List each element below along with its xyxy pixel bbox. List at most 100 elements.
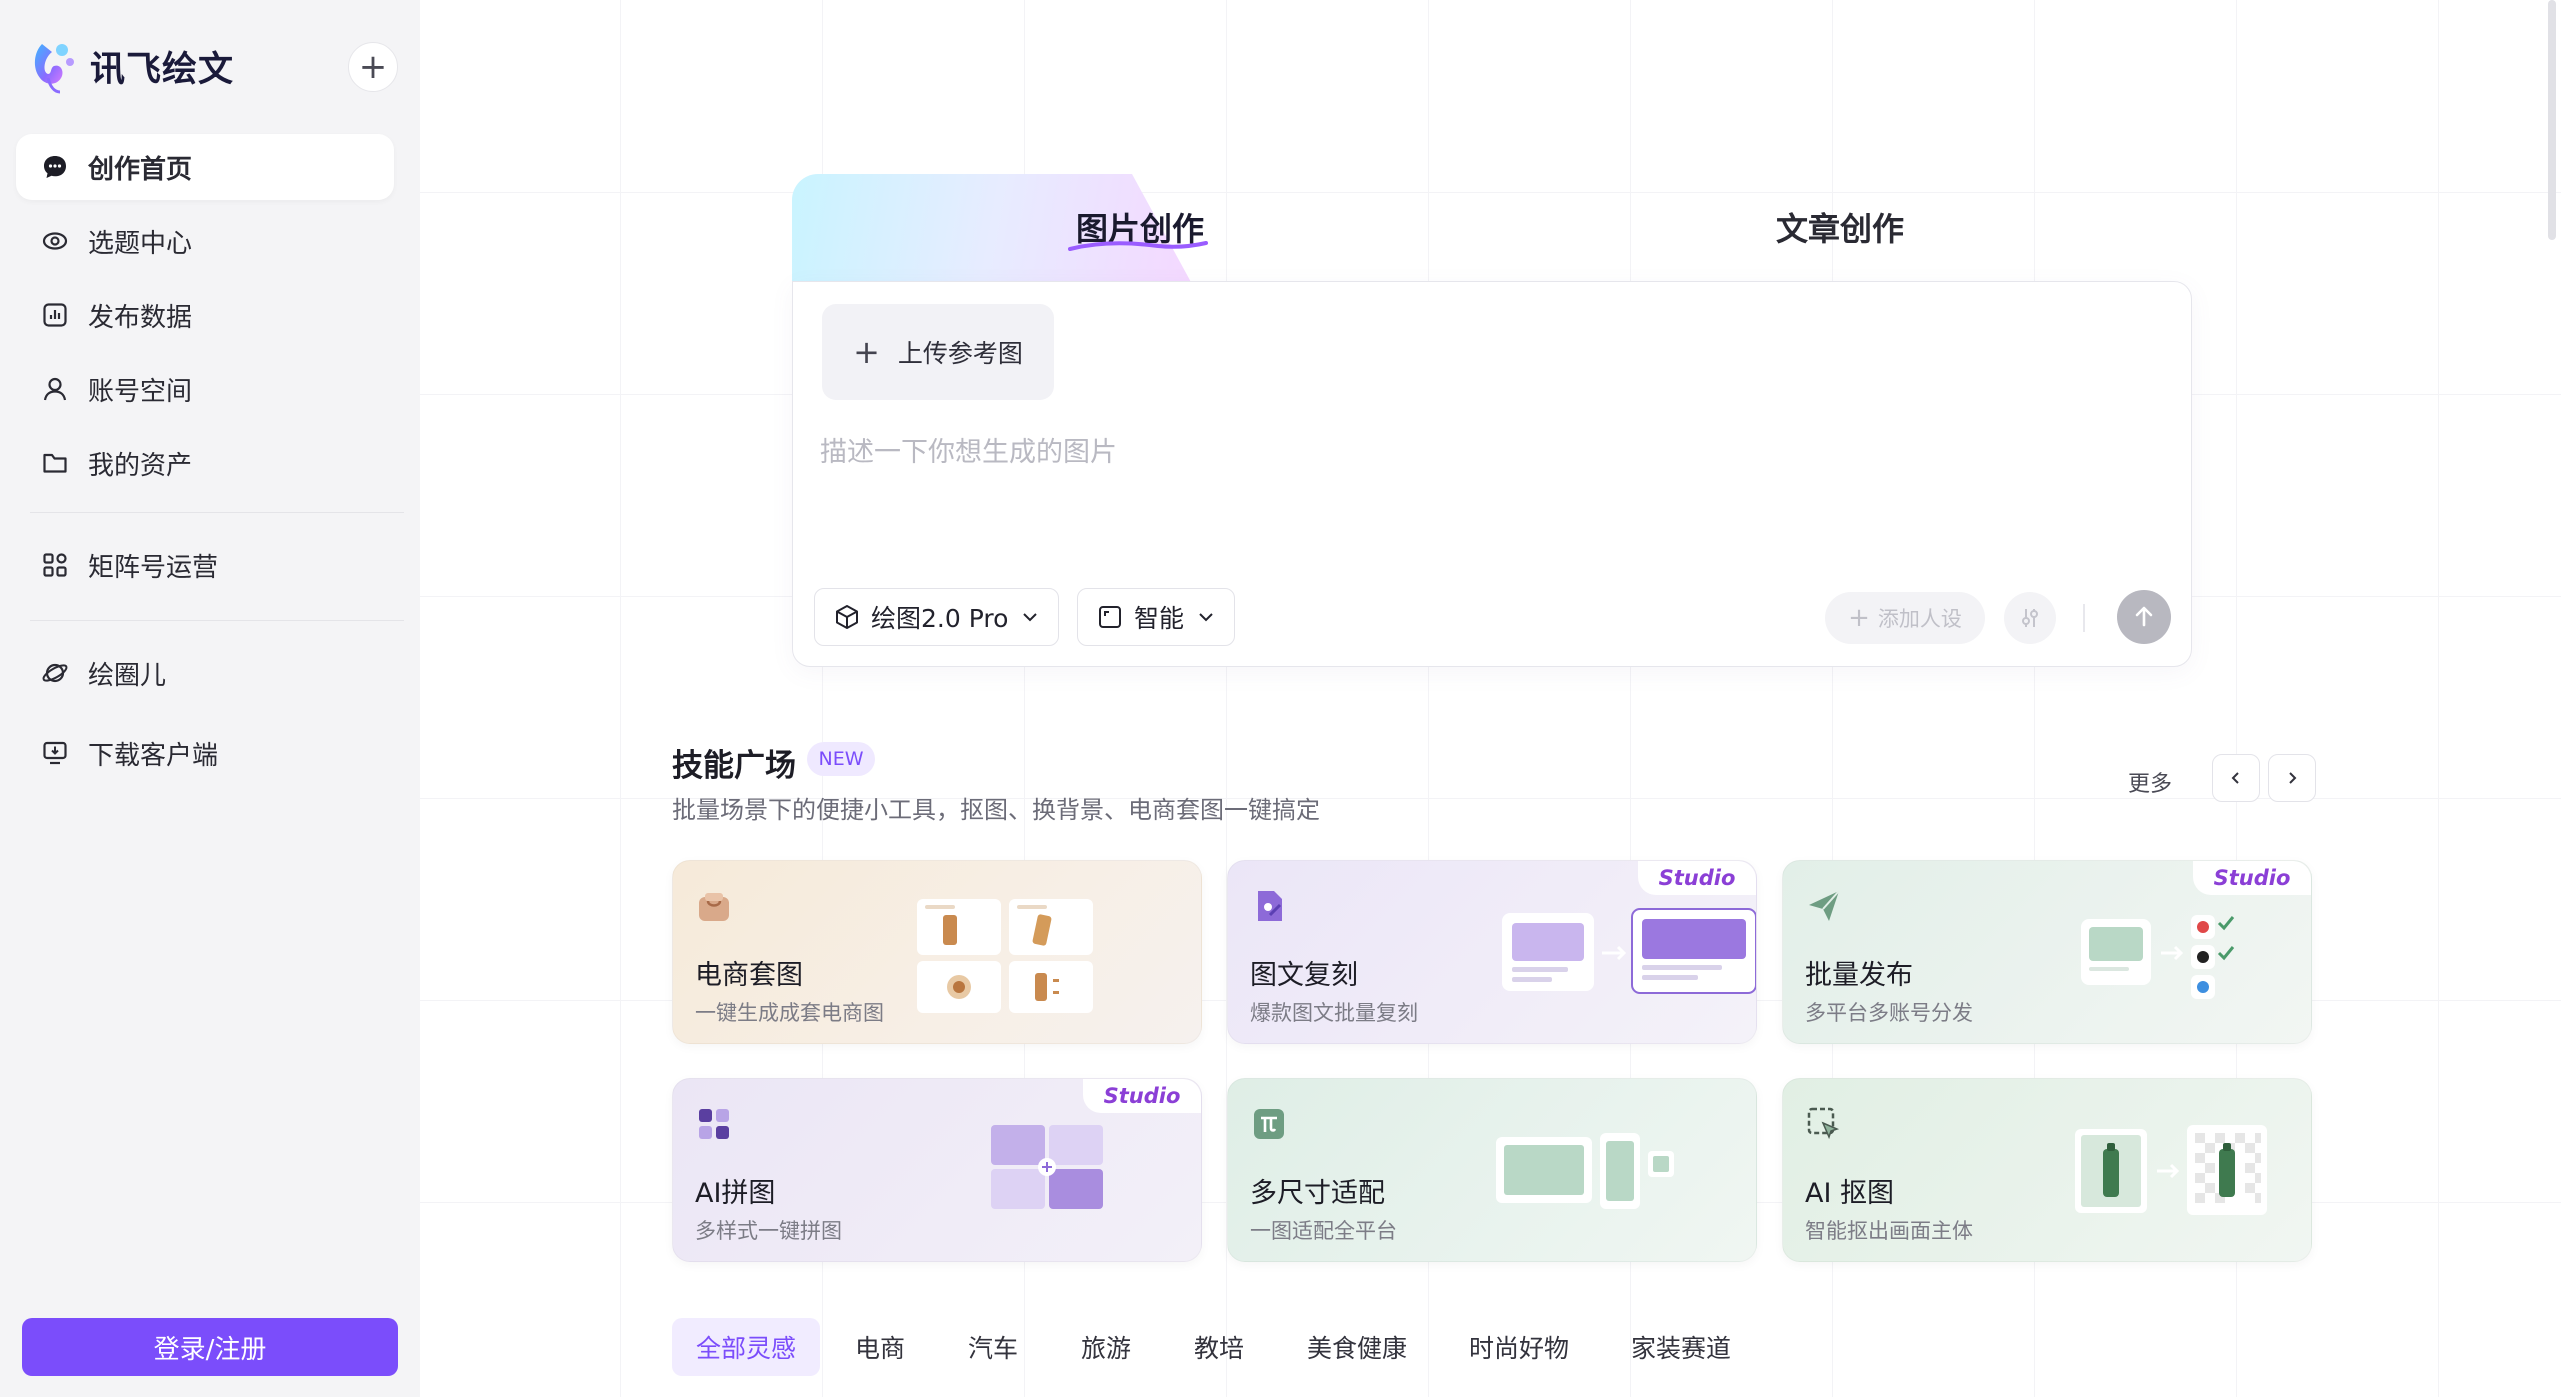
sidebar-divider xyxy=(30,512,404,513)
resize-frame-icon xyxy=(1254,1109,1284,1139)
tune-settings-button[interactable] xyxy=(2004,592,2056,644)
selection-cursor-icon xyxy=(1807,1107,1840,1140)
sidebar-item-download-client[interactable]: 下载客户端 xyxy=(16,720,394,786)
chat-bubble-icon xyxy=(40,152,70,182)
skill-card-title: 批量发布 xyxy=(1805,960,1913,991)
upload-reference-button[interactable]: + 上传参考图 xyxy=(822,304,1054,400)
next-page-button[interactable] xyxy=(2268,754,2316,802)
sidebar: 讯飞绘文 + 创作首页 选题中心 发布数据 账号空间 我的资产 矩阵号运营 绘圈… xyxy=(0,0,420,1397)
cutout-preview-illustration xyxy=(2075,1125,2267,1215)
four-squares-icon xyxy=(699,1109,729,1139)
sidebar-item-label: 发布数据 xyxy=(88,302,193,333)
sidebar-item-publish-data[interactable]: 发布数据 xyxy=(16,282,394,348)
add-persona-label: 添加人设 xyxy=(1877,607,1962,631)
skill-card-subtitle: 一键生成成套电商图 xyxy=(695,1001,884,1025)
skill-card-ai-collage[interactable]: AI拼图 多样式一键拼图 Studio xyxy=(672,1078,1202,1262)
category-chip-ecommerce[interactable]: 电商 xyxy=(840,1318,920,1376)
more-link[interactable]: 更多 xyxy=(2128,766,2172,798)
sidebar-item-account-space[interactable]: 账号空间 xyxy=(16,356,394,422)
skill-card-subtitle: 一图适配全平台 xyxy=(1250,1219,1397,1243)
ecommerce-preview-illustration xyxy=(917,899,1093,1013)
shopping-bag-icon xyxy=(699,893,729,921)
eye-icon xyxy=(40,226,70,256)
category-chip-education[interactable]: 教培 xyxy=(1179,1318,1259,1376)
skill-card-ai-cutout[interactable]: AI 抠图 智能抠出画面主体 xyxy=(1782,1078,2312,1262)
sidebar-item-label: 账号空间 xyxy=(88,376,193,407)
chevron-right-icon xyxy=(2289,772,2297,784)
grid-icon xyxy=(40,550,70,580)
skill-card-ecommerce-set[interactable]: 电商套图 一键生成成套电商图 xyxy=(672,860,1202,1044)
ratio-select[interactable]: 智能 xyxy=(1077,588,1236,646)
skill-card-subtitle: 多样式一键拼图 xyxy=(695,1219,842,1243)
folder-icon xyxy=(40,448,70,478)
brand[interactable]: 讯飞绘文 xyxy=(30,38,234,94)
chevron-down-icon xyxy=(1023,613,1038,622)
plus-icon: + xyxy=(1848,603,1870,633)
category-chip-travel[interactable]: 旅游 xyxy=(1066,1318,1146,1376)
plus-icon: + xyxy=(853,333,880,371)
sidebar-item-label: 下载客户端 xyxy=(88,740,219,771)
sidebar-item-label: 选题中心 xyxy=(88,228,193,259)
sidebar-item-home[interactable]: 创作首页 xyxy=(16,134,394,200)
download-monitor-icon xyxy=(40,738,70,768)
category-chip-auto[interactable]: 汽车 xyxy=(953,1318,1033,1376)
tab-active-underline xyxy=(1068,241,1208,251)
toolbar-divider xyxy=(2083,604,2085,632)
paper-plane-icon xyxy=(1809,890,1840,921)
cube-icon xyxy=(836,605,858,629)
category-chip-all[interactable]: 全部灵感 xyxy=(672,1318,820,1376)
sliders-icon xyxy=(2022,609,2038,627)
skills-section-title: 技能广场 xyxy=(672,748,796,784)
send-button[interactable] xyxy=(2117,590,2171,644)
category-chip-food-health[interactable]: 美食健康 xyxy=(1292,1318,1422,1376)
skill-card-batch-publish[interactable]: 批量发布 多平台多账号分发 Studio xyxy=(1782,860,2312,1044)
tab-article-creation[interactable]: 文章创作 xyxy=(1740,204,1940,250)
login-register-button[interactable]: 登录/注册 xyxy=(22,1318,398,1376)
sidebar-item-circle[interactable]: 绘圈儿 xyxy=(16,640,394,706)
sidebar-item-label: 我的资产 xyxy=(88,450,193,481)
skill-card-multi-size[interactable]: 多尺寸适配 一图适配全平台 xyxy=(1227,1078,1757,1262)
brand-logo-icon xyxy=(34,44,74,94)
user-icon xyxy=(40,374,70,404)
add-persona-button[interactable]: + 添加人设 xyxy=(1825,592,1985,644)
aspect-ratio-icon xyxy=(1099,606,1121,628)
brand-name: 讯飞绘文 xyxy=(90,49,235,90)
chevron-down-icon xyxy=(1199,613,1213,622)
sidebar-item-topics[interactable]: 选题中心 xyxy=(16,208,394,274)
sidebar-divider xyxy=(30,620,404,621)
skill-card-title: 多尺寸适配 xyxy=(1250,1178,1385,1209)
document-pen-icon xyxy=(1258,891,1282,921)
skill-card-title: AI 抠图 xyxy=(1805,1178,1895,1209)
prompt-input[interactable] xyxy=(820,430,2160,540)
scrollbar[interactable] xyxy=(2548,0,2556,240)
skill-card-title: AI拼图 xyxy=(695,1178,776,1209)
studio-tag: Studio xyxy=(2193,861,2311,895)
model-select-label: 绘图2.0 Pro xyxy=(871,604,1009,633)
new-badge: NEW xyxy=(807,742,875,776)
model-select[interactable]: 绘图2.0 Pro xyxy=(814,588,1060,646)
skill-card-image-text-replicate[interactable]: 图文复刻 爆款图文批量复刻 Studio xyxy=(1227,860,1757,1044)
skill-card-title: 电商套图 xyxy=(695,960,803,991)
skill-card-subtitle: 多平台多账号分发 xyxy=(1805,1001,1973,1025)
skill-card-subtitle: 爆款图文批量复刻 xyxy=(1250,1001,1418,1025)
multi-size-preview-illustration xyxy=(1496,1133,1674,1209)
sidebar-item-label: 矩阵号运营 xyxy=(88,552,219,583)
skill-card-title: 图文复刻 xyxy=(1250,960,1358,991)
studio-tag: Studio xyxy=(1638,861,1756,895)
sidebar-item-my-assets[interactable]: 我的资产 xyxy=(16,430,394,496)
category-chip-home-decor[interactable]: 家装赛道 xyxy=(1616,1318,1746,1376)
skills-section-subtitle: 批量场景下的便捷小工具，抠图、换背景、电商套图一键搞定 xyxy=(672,796,1320,824)
skill-card-subtitle: 智能抠出画面主体 xyxy=(1805,1219,1973,1243)
planet-icon xyxy=(40,658,70,688)
upload-reference-label: 上传参考图 xyxy=(897,339,1023,368)
sidebar-item-label: 绘圈儿 xyxy=(88,660,167,691)
bar-chart-icon xyxy=(40,300,70,330)
new-creation-button[interactable]: + xyxy=(348,42,398,92)
category-chip-fashion[interactable]: 时尚好物 xyxy=(1454,1318,1584,1376)
studio-tag: Studio xyxy=(1083,1079,1201,1113)
chevron-left-icon xyxy=(2231,772,2239,784)
sidebar-item-matrix-ops[interactable]: 矩阵号运营 xyxy=(16,532,394,598)
sidebar-item-label: 创作首页 xyxy=(88,154,193,185)
ratio-select-label: 智能 xyxy=(1134,604,1185,633)
prev-page-button[interactable] xyxy=(2212,754,2260,802)
